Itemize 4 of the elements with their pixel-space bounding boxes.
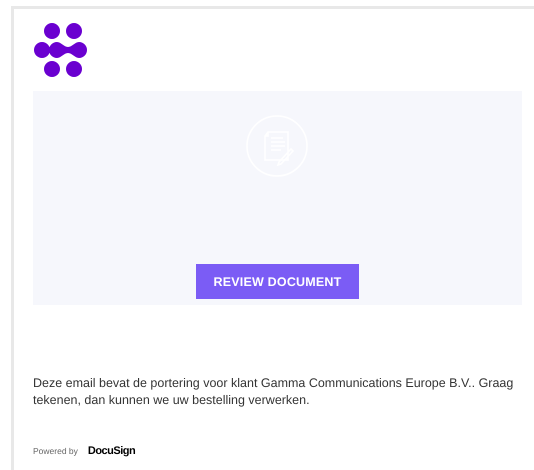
message-text: Deze email bevat de portering voor klant Gamma Communications Europe B.V.. Graag tekenen, dan kunnen we uw bestelling verwerken. [33,375,514,409]
brand-logo-text: DocuSign [88,445,136,457]
review-document-button[interactable]: REVIEW DOCUMENT [196,264,359,299]
powered-by-text: Powered by [33,446,78,456]
